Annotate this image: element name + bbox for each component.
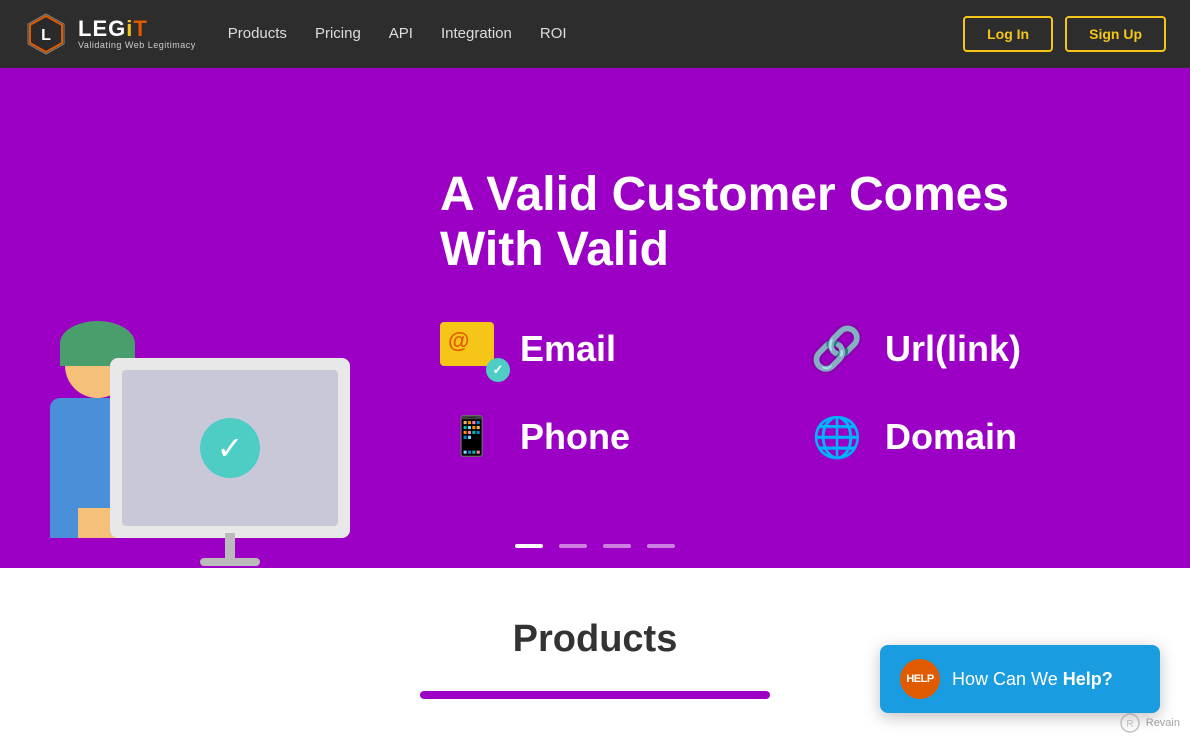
revain-label: Revain [1146,717,1180,729]
nav-link-products[interactable]: Products [228,25,287,42]
email-icon-visual: @ ✓ [440,322,504,376]
nav-item-roi[interactable]: ROI [540,25,567,43]
hero-slider-dots [515,544,675,548]
domain-icon-visual: 🌐 [812,414,862,461]
hero-illustration: ✓ [0,68,420,568]
hero-title: A Valid Customer Comes With Valid [440,167,1130,277]
hero-content: A Valid Customer Comes With Valid @ ✓ Em… [420,127,1190,509]
help-text-prefix: How Can We [952,669,1063,689]
products-underline-bar [420,691,770,699]
logo-leg: LEG [78,16,126,41]
navbar: L LEGiT Validating Web Legitimacy Produc… [0,0,1190,68]
nav-link-pricing[interactable]: Pricing [315,25,361,42]
logo-text-group: LEGiT Validating Web Legitimacy [78,17,196,51]
feature-domain: 🌐 Domain [805,405,1130,469]
nav-item-pricing[interactable]: Pricing [315,25,361,43]
logo-icon: L [24,12,68,56]
phone-label: Phone [520,416,630,458]
help-text: How Can We Help? [952,669,1113,690]
help-badge: HELP [900,659,940,699]
phone-icon: 📱 [440,405,504,469]
email-label: Email [520,328,616,370]
hero-title-line2: With Valid [440,223,669,276]
svg-text:R: R [1126,719,1133,730]
help-text-bold: Help? [1063,669,1113,689]
email-check-badge: ✓ [486,358,510,382]
revain-logo-icon: R [1120,713,1140,733]
monitor-base [200,558,260,566]
navbar-left: L LEGiT Validating Web Legitimacy Produc… [24,12,567,56]
illustration-container: ✓ [20,88,400,568]
monitor: ✓ [110,358,350,538]
feature-email: @ ✓ Email [440,317,765,381]
logo-subtitle: Validating Web Legitimacy [78,41,196,51]
help-widget[interactable]: HELP How Can We Help? [880,645,1160,713]
url-icon: 🔗 [805,317,869,381]
at-symbol: @ [448,328,469,354]
logo-area[interactable]: L LEGiT Validating Web Legitimacy [24,12,196,56]
hero-banner: ✓ A Valid Customer Comes With Valid @ [0,68,1190,568]
dot-4[interactable] [647,544,675,548]
monitor-screen: ✓ [122,370,338,526]
url-label: Url(link) [885,328,1021,370]
logo-t: T [133,16,147,41]
nav-link-roi[interactable]: ROI [540,25,567,42]
domain-label: Domain [885,416,1017,458]
hero-title-line1: A Valid Customer Comes [440,168,1009,221]
url-icon-visual: 🔗 [811,325,863,374]
nav-link-integration[interactable]: Integration [441,25,512,42]
revain-watermark: R Revain [1120,713,1180,733]
nav-item-products[interactable]: Products [228,25,287,43]
feature-phone: 📱 Phone [440,405,765,469]
email-envelope: @ [440,322,494,366]
dot-2[interactable] [559,544,587,548]
svg-text:L: L [41,27,51,44]
hero-features: @ ✓ Email 🔗 Url(link) 📱 Phone [440,317,1130,469]
signup-button[interactable]: Sign Up [1065,16,1166,52]
checkmark-circle: ✓ [200,418,260,478]
feature-url: 🔗 Url(link) [805,317,1130,381]
login-button[interactable]: Log In [963,16,1053,52]
navbar-right: Log In Sign Up [963,16,1166,52]
email-icon: @ ✓ [440,317,504,381]
domain-icon: 🌐 [805,405,869,469]
logo-brand-name: LEGiT [78,17,196,41]
dot-3[interactable] [603,544,631,548]
nav-item-api[interactable]: API [389,25,413,43]
phone-icon-visual: 📱 [448,415,495,459]
nav-item-integration[interactable]: Integration [441,25,512,43]
dot-1[interactable] [515,544,543,548]
nav-link-api[interactable]: API [389,25,413,42]
monitor-stand [225,533,235,558]
nav-links: Products Pricing API Integration ROI [228,25,567,43]
